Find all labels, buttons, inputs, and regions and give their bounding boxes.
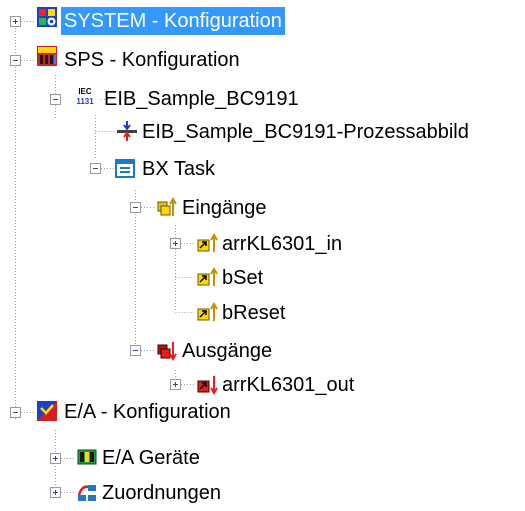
tree-item-breset[interactable]: bReset bbox=[219, 295, 288, 331]
inputs-icon bbox=[157, 197, 177, 216]
tree-item-io-devices[interactable]: E/A Geräte bbox=[99, 440, 203, 476]
tree-item-outputs-label[interactable]: Ausgänge bbox=[179, 337, 275, 365]
iec-project-icon: IEC 1131 bbox=[76, 87, 94, 106]
tree-item-bset-label[interactable]: bSet bbox=[219, 264, 266, 292]
collapse-io-config-button[interactable] bbox=[10, 407, 21, 418]
tree-item-eib-sample-label[interactable]: EIB_Sample_BC9191 bbox=[101, 85, 302, 113]
tree-item-io-config-label[interactable]: E/A - Konfiguration bbox=[61, 398, 234, 426]
plc-config-icon bbox=[37, 46, 57, 66]
svg-text:IEC: IEC bbox=[78, 87, 92, 96]
expand-io-devices-button[interactable] bbox=[50, 453, 61, 464]
tree-item-bx-task[interactable]: BX Task bbox=[139, 151, 218, 187]
project-tree: SYSTEM - Konfiguration SPS - Konfigurati… bbox=[0, 0, 525, 508]
tree-item-sps[interactable]: SPS - Konfiguration bbox=[61, 42, 243, 78]
tree-item-arrkl6301-in[interactable]: arrKL6301_in bbox=[219, 226, 345, 262]
expand-mappings-button[interactable] bbox=[50, 487, 61, 498]
tree-item-process-image-label[interactable]: EIB_Sample_BC9191-Prozessabbild bbox=[139, 118, 472, 146]
task-icon bbox=[115, 159, 135, 178]
expand-arrkl6301-out-button[interactable] bbox=[170, 379, 181, 390]
tree-item-system[interactable]: SYSTEM - Konfiguration bbox=[61, 3, 285, 39]
tree-item-bx-task-label[interactable]: BX Task bbox=[139, 155, 218, 183]
collapse-eib-sample-button[interactable] bbox=[50, 94, 61, 105]
expand-system-button[interactable] bbox=[10, 16, 21, 27]
tree-item-arrkl6301-out-label[interactable]: arrKL6301_out bbox=[219, 371, 357, 399]
tree-item-outputs[interactable]: Ausgänge bbox=[179, 333, 275, 369]
output-variable-icon bbox=[197, 376, 218, 395]
system-config-icon bbox=[37, 7, 57, 27]
tree-item-mappings[interactable]: Zuordnungen bbox=[99, 475, 224, 511]
tree-item-mappings-label[interactable]: Zuordnungen bbox=[99, 479, 224, 507]
io-devices-icon bbox=[77, 449, 97, 465]
outputs-icon bbox=[157, 342, 177, 361]
tree-item-sps-label[interactable]: SPS - Konfiguration bbox=[61, 46, 243, 74]
tree-item-eib-sample[interactable]: EIB_Sample_BC9191 bbox=[101, 81, 302, 117]
expand-arrkl6301-in-button[interactable] bbox=[170, 238, 181, 249]
tree-item-system-label[interactable]: SYSTEM - Konfiguration bbox=[61, 7, 285, 35]
tree-item-io-devices-label[interactable]: E/A Geräte bbox=[99, 444, 203, 472]
io-config-icon bbox=[37, 401, 57, 421]
tree-item-arrkl6301-in-label[interactable]: arrKL6301_in bbox=[219, 230, 345, 258]
mappings-icon bbox=[77, 485, 96, 501]
input-variable-icon bbox=[197, 302, 218, 321]
input-variable-icon bbox=[197, 233, 218, 252]
collapse-outputs-button[interactable] bbox=[130, 345, 141, 356]
collapse-inputs-button[interactable] bbox=[130, 202, 141, 213]
input-variable-icon bbox=[197, 267, 218, 286]
tree-item-io-config[interactable]: E/A - Konfiguration bbox=[61, 394, 234, 430]
tree-item-breset-label[interactable]: bReset bbox=[219, 299, 288, 327]
tree-item-inputs[interactable]: Eingänge bbox=[179, 190, 270, 226]
collapse-sps-button[interactable] bbox=[10, 55, 21, 66]
svg-text:1131: 1131 bbox=[76, 97, 94, 106]
tree-item-bset[interactable]: bSet bbox=[219, 260, 266, 296]
tree-item-process-image[interactable]: EIB_Sample_BC9191-Prozessabbild bbox=[139, 114, 472, 150]
tree-item-inputs-label[interactable]: Eingänge bbox=[179, 194, 270, 222]
process-image-icon bbox=[117, 121, 137, 141]
tree-item-arrkl6301-out[interactable]: arrKL6301_out bbox=[219, 367, 357, 403]
collapse-bx-task-button[interactable] bbox=[90, 163, 101, 174]
